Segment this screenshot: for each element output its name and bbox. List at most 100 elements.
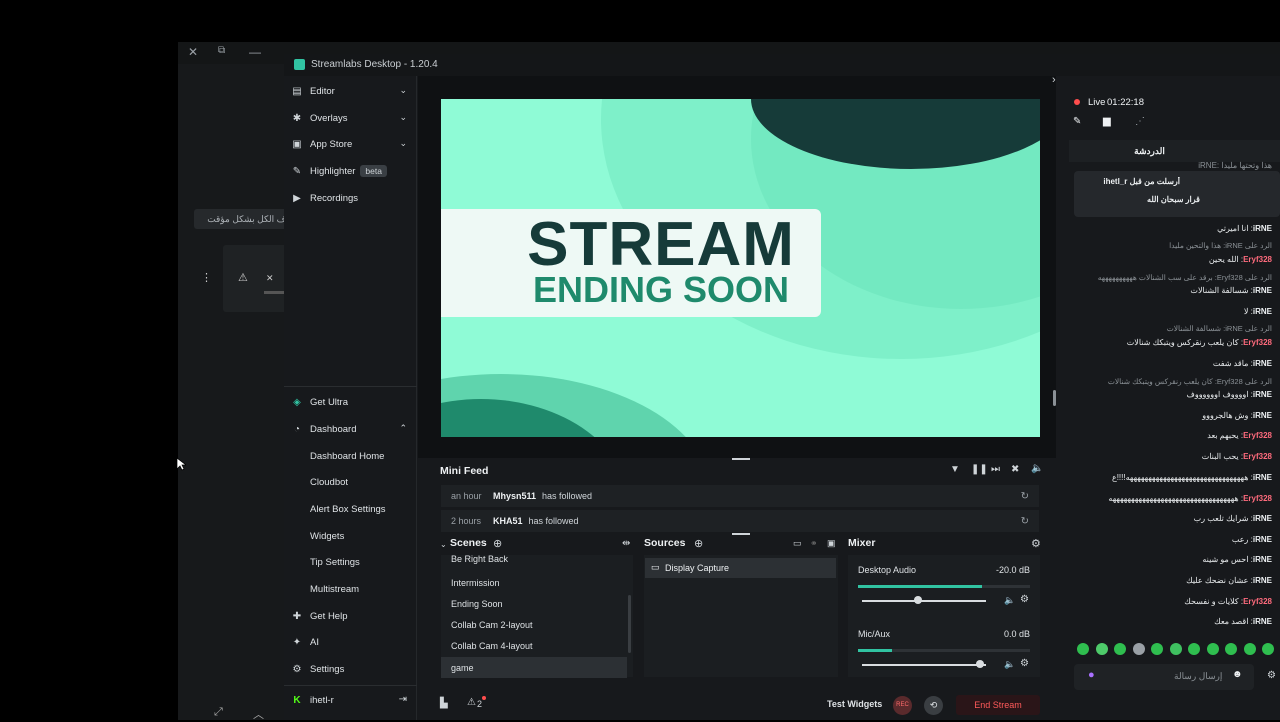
- dashboard-cards-icon[interactable]: ▆: [1103, 116, 1111, 127]
- chat-username[interactable]: iRNE: [1253, 286, 1272, 295]
- scene-item[interactable]: Ending Soon: [441, 593, 627, 614]
- nav-tip-settings[interactable]: Tip Settings: [284, 551, 417, 573]
- nav-multistream[interactable]: Multistream: [284, 578, 417, 600]
- volume-slider[interactable]: [862, 600, 986, 602]
- nav-ai[interactable]: ✦ AI: [284, 631, 417, 653]
- chat-username[interactable]: iRNE: [1253, 411, 1272, 420]
- chat-settings-icon[interactable]: ⚙: [1267, 670, 1276, 681]
- bg-restore-icon[interactable]: ⧉: [218, 45, 225, 56]
- nav-app-store[interactable]: ▣ App Store ⌄: [284, 133, 417, 155]
- chat-username[interactable]: iRNE: [1253, 359, 1272, 368]
- share-icon[interactable]: ⋰: [1135, 116, 1145, 127]
- nav-overlays[interactable]: ✱ Overlays ⌄: [284, 107, 417, 129]
- chat-username[interactable]: iRNE: [1253, 617, 1272, 626]
- more-vertical-icon[interactable]: ⋮: [201, 271, 212, 284]
- filter-icon[interactable]: ▼: [950, 464, 960, 475]
- emoji-icon[interactable]: ☻: [1232, 669, 1243, 680]
- skip-icon[interactable]: ⏭: [991, 464, 1000, 475]
- stats-icon[interactable]: ▙: [440, 698, 448, 709]
- nav-recordings[interactable]: ▶ Recordings: [284, 187, 417, 209]
- repeat-icon[interactable]: ↻: [1021, 516, 1029, 527]
- mixer-settings-icon[interactable]: ⚙: [1031, 537, 1041, 550]
- nav-highlighter[interactable]: ✎ Highlighter beta: [284, 160, 417, 182]
- nav-editor[interactable]: ▤ Editor ⌄: [284, 80, 417, 102]
- channel-settings-icon[interactable]: ⚙: [1020, 658, 1029, 669]
- bg-minimize-icon[interactable]: —: [249, 45, 261, 59]
- replay-buffer-icon[interactable]: ⟲: [924, 696, 943, 715]
- emote-icon[interactable]: [1169, 643, 1182, 655]
- channel-settings-icon[interactable]: ⚙: [1020, 594, 1029, 605]
- feed-item[interactable]: an hour Mhysn511 has followed ↻: [441, 485, 1039, 507]
- emote-icon[interactable]: [1132, 643, 1145, 655]
- chat-username[interactable]: Eryf328: [1243, 452, 1272, 461]
- chat-username[interactable]: iRNE: [1253, 514, 1272, 523]
- test-widgets-button[interactable]: Test Widgets: [827, 699, 882, 709]
- mute-alerts-icon[interactable]: ✖: [1011, 464, 1019, 475]
- chat-username[interactable]: Eryf328: [1243, 338, 1272, 347]
- source-folder-icon[interactable]: ▣: [827, 538, 836, 549]
- volume-icon[interactable]: 🔈: [1031, 463, 1043, 474]
- nav-dashboard[interactable]: ◔ Dashboard ⌃: [284, 418, 417, 440]
- chat-username[interactable]: Eryf328: [1243, 431, 1272, 440]
- emote-icon[interactable]: [1188, 643, 1200, 655]
- volume-slider-knob[interactable]: [976, 660, 984, 668]
- chat-input[interactable]: ● إرسال رسالة ☻: [1074, 664, 1254, 690]
- nav-user[interactable]: K ihetl-r ⇥: [284, 689, 417, 711]
- nav-widgets[interactable]: Widgets: [284, 525, 417, 547]
- emote-icon[interactable]: [1077, 643, 1089, 655]
- add-source-icon[interactable]: ⊕: [694, 537, 703, 550]
- source-item[interactable]: ▭ Display Capture: [645, 558, 836, 578]
- alerts-icon[interactable]: ⚠: [467, 697, 476, 708]
- chat-username[interactable]: iRNE: [1253, 473, 1272, 482]
- nav-cloudbot[interactable]: Cloudbot: [284, 471, 417, 493]
- pause-icon[interactable]: ❚❚: [971, 464, 988, 475]
- scene-item-selected[interactable]: game: [441, 657, 627, 678]
- emote-icon[interactable]: [1225, 643, 1237, 655]
- nav-settings[interactable]: ⚙ Settings: [284, 658, 417, 680]
- scene-item[interactable]: Be Right Back: [441, 551, 627, 572]
- bg-button[interactable]: ف الكل بشكل مؤقت: [194, 209, 290, 229]
- feed-item[interactable]: 2 hours KHA51 has followed ↻: [441, 510, 1039, 532]
- repeat-icon[interactable]: ↻: [1021, 491, 1029, 502]
- external-link-icon[interactable]: ⤢: [214, 706, 223, 719]
- speaker-icon[interactable]: 🔈: [1004, 595, 1015, 606]
- end-stream-button[interactable]: End Stream: [956, 695, 1040, 715]
- chevron-right-icon[interactable]: ›: [1052, 74, 1056, 86]
- bg-close-icon[interactable]: ✕: [188, 45, 198, 59]
- scene-transition-icon[interactable]: ⇹: [622, 538, 630, 549]
- stream-preview[interactable]: STREAM ENDING SOON: [441, 99, 1040, 437]
- resize-handle[interactable]: [732, 533, 750, 535]
- nav-dashboard-home[interactable]: Dashboard Home: [284, 445, 417, 467]
- chat-username[interactable]: iRNE: [1253, 576, 1272, 585]
- nav-alert-box-settings[interactable]: Alert Box Settings: [284, 498, 417, 520]
- chat-username[interactable]: iRNE: [1253, 390, 1272, 399]
- scene-item[interactable]: Intermission: [441, 572, 627, 593]
- scene-item[interactable]: Collab Cam 2-layout: [441, 614, 627, 635]
- logout-icon[interactable]: ⇥: [399, 694, 407, 705]
- source-screen-icon[interactable]: ▭: [793, 538, 802, 549]
- emote-icon[interactable]: [1095, 643, 1108, 655]
- emote-bar[interactable]: [1069, 640, 1280, 658]
- pinned-message[interactable]: ihetl_r أرسلت من قبل قرار سبحان الله: [1074, 171, 1280, 217]
- chevron-down-icon[interactable]: ⌄: [440, 540, 447, 549]
- nav-get-help[interactable]: ✚ Get Help: [284, 605, 417, 627]
- action-icon[interactable]: ✕: [266, 273, 274, 284]
- scenes-scrollbar[interactable]: [628, 595, 631, 653]
- mic-icon[interactable]: ●: [1088, 669, 1095, 681]
- emote-icon[interactable]: [1114, 643, 1126, 655]
- nav-get-ultra[interactable]: ◈ Get Ultra: [284, 391, 417, 413]
- speaker-icon[interactable]: 🔈: [1004, 659, 1015, 670]
- chat-username[interactable]: iRNE: [1253, 224, 1272, 233]
- record-button[interactable]: REC: [893, 696, 912, 715]
- emote-icon[interactable]: [1243, 643, 1256, 655]
- chat-username[interactable]: iRNE: [1253, 555, 1272, 564]
- emote-icon[interactable]: [1262, 643, 1274, 655]
- chat-username[interactable]: iRNE: [1253, 307, 1272, 316]
- edit-icon[interactable]: ✎: [1073, 116, 1081, 127]
- preview-resize-handle[interactable]: [1053, 390, 1056, 406]
- scene-item[interactable]: Collab Cam 4-layout: [441, 635, 627, 656]
- chat-username[interactable]: Eryf328: [1243, 255, 1272, 264]
- chat-username[interactable]: Eryf328: [1243, 597, 1272, 606]
- emote-icon[interactable]: [1151, 643, 1163, 655]
- source-link-icon[interactable]: ⚭: [810, 538, 818, 549]
